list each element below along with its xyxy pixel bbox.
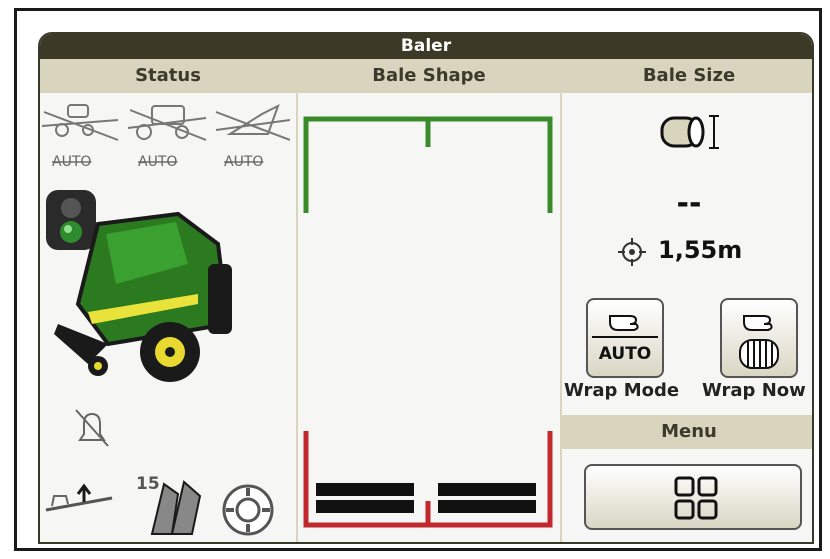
bale-diameter-value: 1,55m bbox=[658, 236, 743, 264]
status-column-header: Status bbox=[40, 59, 296, 93]
bale-size-column-header: Bale Size bbox=[562, 59, 812, 93]
left-fill-bar-top bbox=[316, 483, 414, 496]
page-title: Baler bbox=[40, 34, 812, 59]
wrap-now-button[interactable] bbox=[720, 298, 798, 378]
auto-steering-icon bbox=[215, 103, 290, 141]
auto-label-1: AUTO bbox=[52, 154, 91, 170]
right-fill-bar-top bbox=[438, 483, 536, 496]
bale-shape-column-header: Bale Shape bbox=[298, 59, 560, 93]
wrap-mode-badge: AUTO bbox=[598, 344, 652, 364]
button-rule bbox=[592, 336, 658, 338]
pickup-lift-icon bbox=[45, 483, 113, 512]
wrap-now-label: Wrap Now bbox=[702, 380, 806, 401]
bale-shape-indicator bbox=[303, 116, 553, 528]
rotor-settings-icon[interactable] bbox=[220, 482, 276, 538]
bale-size-target-value: -- bbox=[676, 186, 702, 221]
grid-menu-icon bbox=[674, 476, 718, 520]
baler-panel: Baler Status Bale Shape Bale Size AUTO A… bbox=[38, 32, 814, 544]
left-fill-bar-bottom bbox=[316, 500, 414, 513]
baler-machine-icon bbox=[54, 211, 232, 382]
bale-size-icon bbox=[660, 115, 719, 149]
alarm-muted-icon bbox=[75, 409, 109, 447]
menu-header: Menu bbox=[562, 415, 812, 449]
auto-label-2: AUTO bbox=[138, 154, 177, 170]
knives-icon bbox=[150, 480, 202, 535]
hand-pointer-icon bbox=[743, 315, 773, 331]
column-divider bbox=[560, 59, 562, 542]
wrap-mode-label: Wrap Mode bbox=[564, 380, 680, 401]
menu-button[interactable] bbox=[584, 464, 802, 530]
hand-pointer-icon bbox=[609, 315, 639, 331]
auto-tractor-icon bbox=[41, 104, 119, 141]
bale-shape-upper-bracket bbox=[303, 116, 553, 213]
target-crosshair-icon bbox=[618, 238, 646, 266]
auto-baler-icon bbox=[127, 105, 207, 141]
auto-label-3: AUTO bbox=[224, 154, 263, 170]
right-fill-bar-bottom bbox=[438, 500, 536, 513]
wrapped-bale-icon bbox=[739, 339, 779, 369]
auto-functions-icons: AUTO AUTO AUTO bbox=[41, 103, 290, 170]
wrap-mode-button[interactable]: AUTO bbox=[586, 298, 664, 378]
